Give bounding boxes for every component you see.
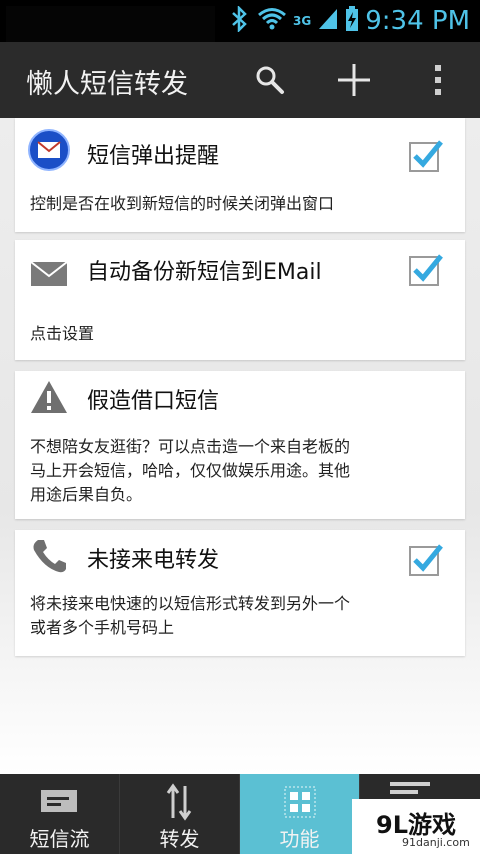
tab-label: 功能 (279, 827, 320, 851)
watermark-brand: 9L游戏 (376, 811, 456, 839)
overflow-menu-button[interactable] (408, 50, 468, 110)
watermark-logo: 9L游戏 91danji.com (352, 799, 480, 854)
search-button[interactable] (240, 50, 300, 110)
tab-features[interactable]: 功能 (240, 774, 360, 854)
status-notification-area (6, 6, 215, 44)
wifi-icon (257, 7, 287, 35)
setting-checkbox[interactable] (409, 254, 443, 286)
setting-title: 自动备份新短信到EMail (87, 260, 322, 285)
description-line: 或者多个手机号码上 (30, 618, 175, 637)
setting-description: 控制是否在收到新短信的时候关闭弹出窗口 (30, 194, 335, 213)
description-line: 不想陪女友逛街？可以点击造一个来自老板的 (30, 437, 351, 456)
search-icon (256, 66, 284, 94)
sms-stream-icon (41, 790, 77, 812)
setting-card-missed-call[interactable]: 未接来电转发 将未接来电快速的以短信形式转发到另外一个 或者多个手机号码上 (15, 530, 465, 656)
email-circle-icon (27, 128, 71, 172)
setting-card-fake-excuse[interactable]: 假造借口短信 不想陪女友逛街？可以点击造一个来自老板的 马上开会短信，哈哈，仅仅… (15, 371, 465, 519)
app-title: 懒人短信转发 (26, 69, 188, 100)
transfer-arrows-icon (166, 783, 192, 821)
status-time: 9:34 PM (365, 6, 470, 36)
grid-icon (284, 786, 316, 818)
setting-card-email-backup[interactable]: 自动备份新短信到EMail 点击设置 (15, 240, 465, 360)
checkmark-icon (413, 544, 443, 572)
tab-transfer[interactable]: 转发 (120, 774, 240, 854)
envelope-icon (27, 252, 71, 296)
bluetooth-icon (229, 4, 251, 36)
status-icons: 3G 9:34 PM (229, 4, 470, 36)
checkmark-icon (413, 254, 443, 282)
description-line: 将未接来电快速的以短信形式转发到另外一个 (30, 594, 351, 613)
list-icon (390, 782, 430, 794)
setting-checkbox[interactable] (409, 544, 443, 576)
setting-card-sms-popup[interactable]: 短信弹出提醒 控制是否在收到新短信的时候关闭弹出窗口 (15, 118, 465, 232)
phone-icon (27, 534, 71, 578)
warning-icon (27, 375, 71, 419)
tab-sms-stream[interactable]: 短信流 (0, 774, 120, 854)
description-line: 马上开会短信，哈哈，仅仅做娱乐用途。其他 (30, 461, 351, 480)
description-line: 用途后果自负。 (30, 485, 143, 504)
setting-title: 未接来电转发 (87, 548, 220, 573)
overflow-menu-icon (435, 65, 441, 95)
setting-title: 短信弹出提醒 (87, 144, 220, 169)
add-button[interactable] (324, 50, 384, 110)
setting-description: 不想陪女友逛街？可以点击造一个来自老板的 马上开会短信，哈哈，仅仅做娱乐用途。其… (30, 435, 447, 507)
setting-checkbox[interactable] (409, 140, 443, 172)
status-bar: 3G 9:34 PM (0, 0, 480, 44)
network-type-label: 3G (293, 14, 312, 28)
setting-title: 假造借口短信 (87, 389, 220, 414)
checkmark-icon (413, 140, 443, 168)
add-icon (338, 64, 370, 96)
tab-label: 短信流 (29, 827, 90, 851)
battery-charging-icon (345, 6, 359, 36)
settings-list: 短信弹出提醒 控制是否在收到新短信的时候关闭弹出窗口 自动备份新短信到EMail… (0, 118, 480, 774)
watermark-url: 91danji.com (402, 836, 470, 849)
setting-description: 点击设置 (30, 324, 95, 343)
action-bar: 懒人短信转发 (0, 42, 480, 118)
signal-icon (317, 7, 339, 35)
tab-label: 转发 (159, 827, 200, 851)
setting-description: 将未接来电快速的以短信形式转发到另外一个 或者多个手机号码上 (30, 592, 447, 640)
